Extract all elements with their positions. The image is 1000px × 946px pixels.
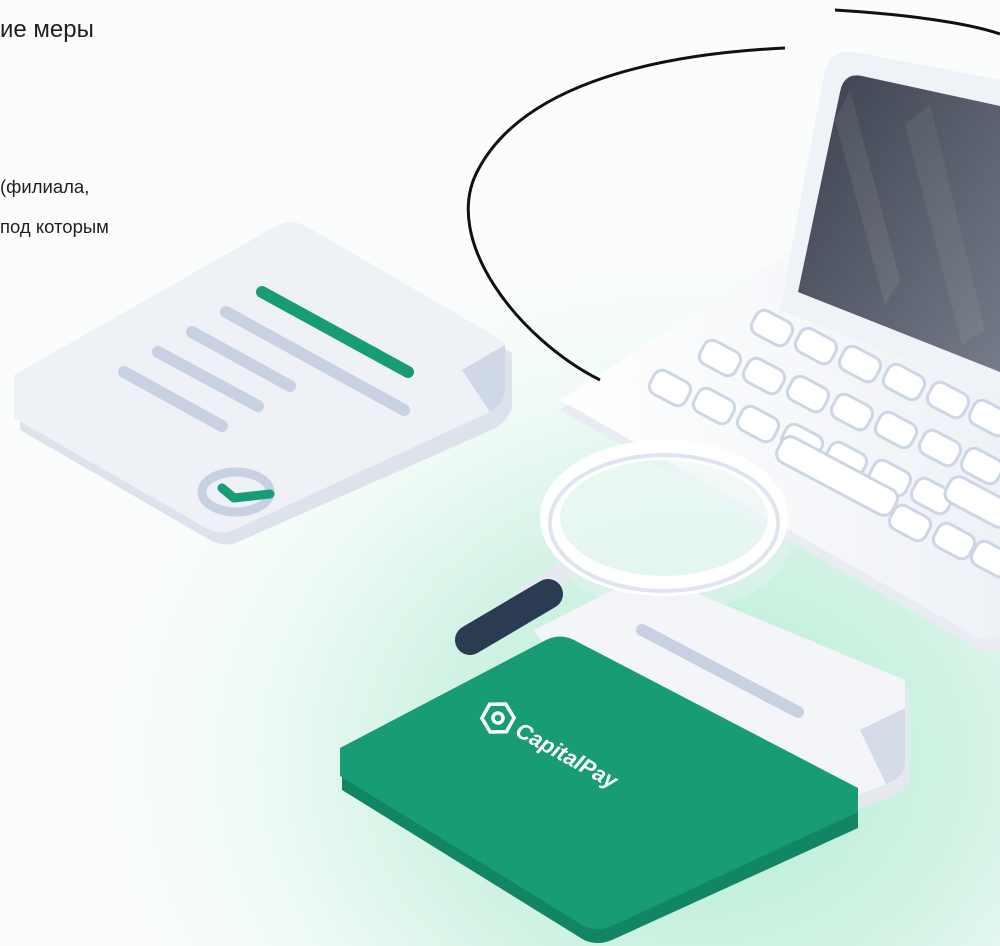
document-icon	[14, 222, 512, 545]
decorative-curve	[834, 8, 1000, 36]
illustration: CapitalPay	[14, 8, 1000, 943]
